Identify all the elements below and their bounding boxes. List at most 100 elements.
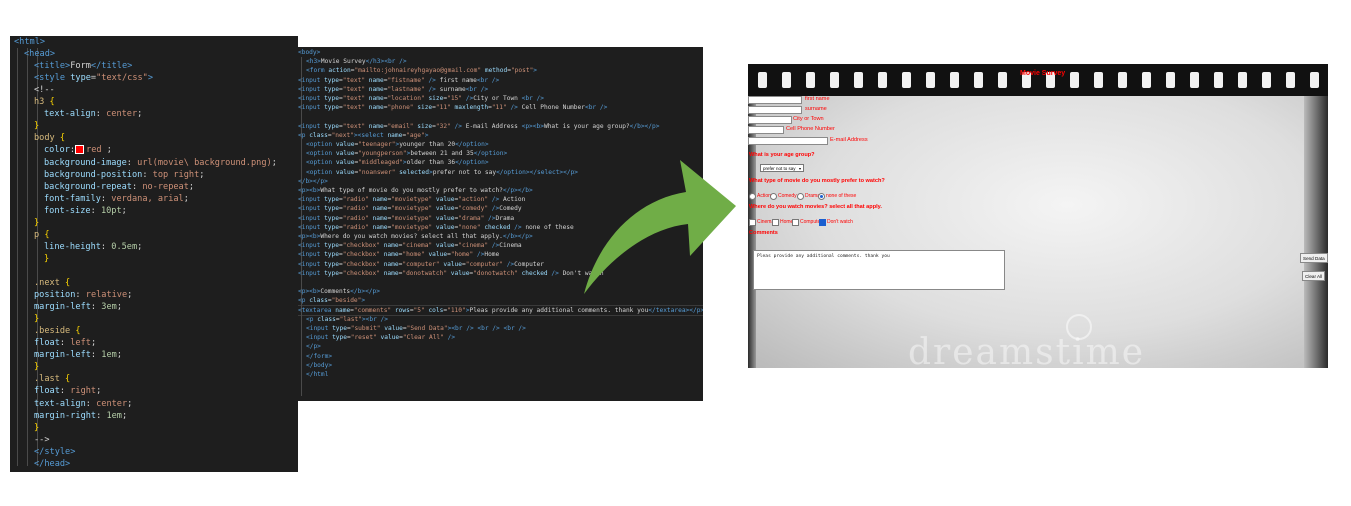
code-token: <input [306, 325, 333, 332]
age-select[interactable]: prefer not to say ▾ [760, 164, 804, 172]
watch-checkbox[interactable] [772, 219, 779, 226]
curved-arrow-icon [584, 160, 736, 294]
film-hole [1286, 72, 1295, 88]
code-token: <p><b> [298, 187, 321, 194]
code-token: <head> [24, 49, 56, 60]
code-token: center [106, 109, 138, 120]
code-token: <input [298, 242, 325, 250]
code-token: /> [488, 242, 500, 250]
css-code-line: } [34, 361, 39, 373]
code-token: <br /> [521, 95, 544, 102]
email-input[interactable] [748, 137, 828, 145]
code-token: : [131, 181, 143, 192]
code-token: "computer" [465, 260, 503, 268]
code-token: "movietype" [391, 205, 433, 213]
code-token: <input [298, 122, 325, 130]
code-token: : [75, 290, 86, 301]
css-code-line: margin-left: 3em; [34, 301, 122, 313]
html-code-line: <input type="radio" name="movietype" val… [298, 214, 514, 223]
code-token: red [86, 145, 102, 156]
code-token: /> [462, 95, 474, 102]
film-hole [950, 72, 959, 88]
code-token: What type of movie do you mostly prefer … [320, 187, 503, 194]
code-token: background-position [44, 169, 143, 180]
html-code-line: <input type="text" name="phone" size="11… [298, 103, 607, 112]
code-token: ; [188, 181, 195, 192]
code-token: /> [502, 260, 515, 268]
code-token: value [432, 196, 455, 204]
movie-radio[interactable] [749, 193, 756, 200]
movie-radio[interactable] [770, 193, 777, 200]
code-token: { [65, 374, 71, 385]
movie-radio[interactable] [818, 193, 825, 200]
css-code-line: background-image: url(movie\ background.… [44, 157, 277, 169]
code-token: { [75, 326, 81, 337]
code-token: margin-left [34, 350, 91, 361]
city-input[interactable] [748, 116, 792, 124]
html-code-line: <option value="youngperson">between 21 a… [306, 149, 507, 158]
code-token: value [432, 205, 455, 213]
code-token: "next" [331, 131, 354, 139]
film-hole [854, 72, 863, 88]
watch-checkbox[interactable] [749, 219, 756, 226]
code-token: ; [137, 241, 143, 252]
surname-input[interactable] [748, 106, 802, 114]
clear-all-button[interactable]: Clear All [1302, 271, 1326, 281]
code-token: "checkbox" [342, 260, 380, 268]
code-token: <!-- [34, 85, 55, 96]
code-token: : [90, 350, 102, 361]
code-token: line-height [44, 241, 101, 252]
code-token: value [439, 260, 462, 268]
send-data-button[interactable]: Send Data [1300, 253, 1328, 263]
code-token: ; [127, 290, 133, 301]
film-hole [1190, 72, 1199, 88]
code-token: : [59, 338, 71, 349]
html-code-line: <input type="reset" value="Clear All" /> [306, 333, 455, 342]
css-code-line: --> [34, 434, 50, 446]
indent-guide [27, 48, 28, 466]
html-code-line: <form action="mailto:johnaireyhgayao@gma… [306, 66, 537, 75]
code-token: </head> [34, 458, 71, 469]
code-token: <p><b> [521, 122, 544, 130]
code-token: <body> [298, 49, 321, 56]
html-code-line: <p><b>Where do you watch movies? select … [298, 232, 533, 241]
code-token: type [324, 85, 339, 93]
code-token: : [126, 157, 138, 168]
code-token: <title> [34, 61, 71, 72]
code-token: ><br /> <br /> <br /> [447, 325, 526, 332]
code-token: /> [510, 223, 526, 231]
code-token: "action" [458, 196, 489, 204]
movie-radio[interactable] [797, 193, 804, 200]
comments-textarea[interactable]: Pleas provide any additional comments. t… [753, 250, 1005, 290]
phone-input[interactable] [748, 126, 784, 134]
code-token: "donotwatch" [473, 269, 518, 277]
watch-checkbox[interactable] [819, 219, 826, 226]
surname-label: surname [805, 106, 827, 112]
color-swatch [75, 145, 85, 155]
css-code-panel: <html> <head> <title>Form</title> <style ty… [10, 36, 298, 472]
css-code-line: </head> [34, 458, 70, 470]
code-token: type [332, 325, 347, 332]
movie-question: What type of movie do you mostly prefer … [749, 178, 885, 184]
code-token: > [424, 131, 429, 139]
watermark-text: dreamstime [908, 332, 1146, 368]
first-name-input[interactable] [748, 96, 802, 104]
code-token: <html> [14, 37, 46, 47]
code-token: .next [34, 278, 66, 288]
css-code-line: p { [34, 229, 50, 241]
code-token: text-align [44, 109, 96, 120]
code-token: "32" [435, 122, 451, 130]
code-token: /> [488, 196, 503, 204]
film-hole [974, 72, 983, 88]
code-token: name [365, 104, 384, 112]
code-token: "comedy" [458, 205, 489, 213]
code-token: maxlength [450, 104, 489, 112]
code-token: "email" [387, 122, 414, 130]
watch-checkbox[interactable] [792, 219, 799, 226]
code-token: center [96, 398, 128, 409]
code-token: ; [271, 157, 277, 168]
film-hole [878, 72, 887, 88]
film-hole [758, 72, 767, 88]
movie-option-label: none of these [826, 193, 857, 199]
code-token: </html [306, 371, 329, 378]
